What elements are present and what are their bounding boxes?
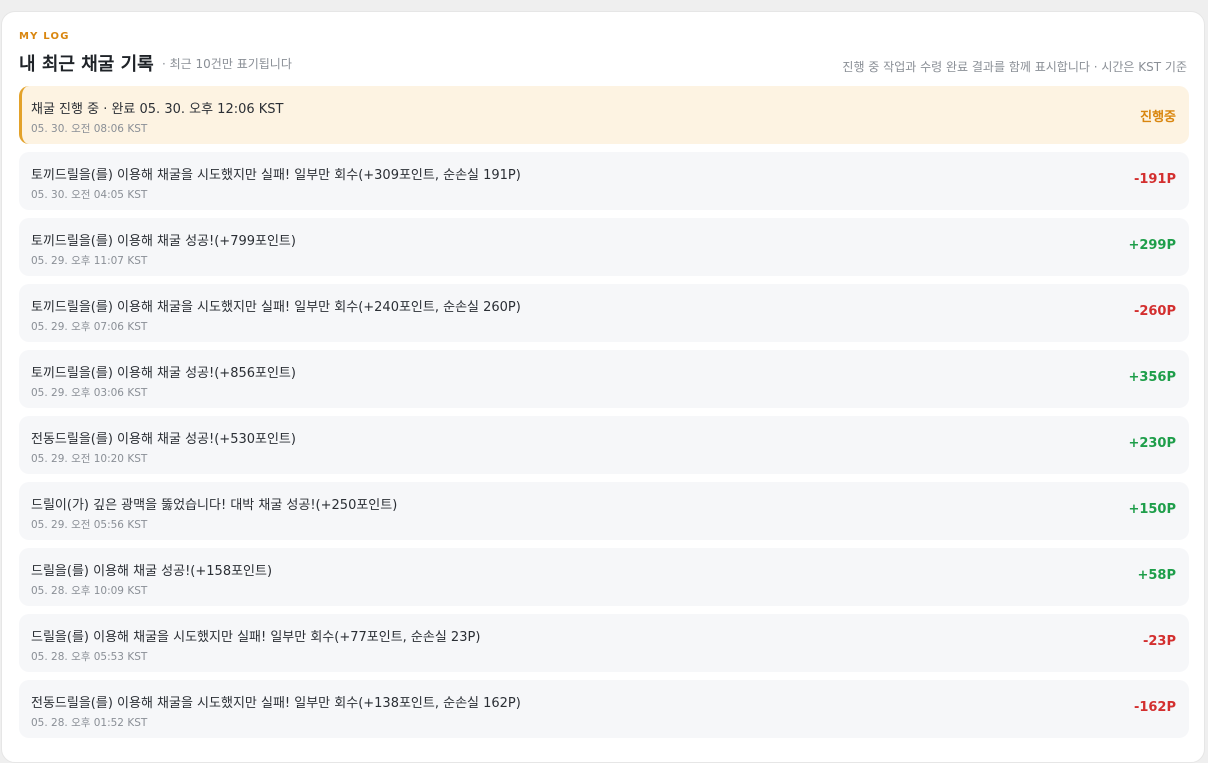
log-timestamp: 05. 30. 오전 04:05 KST [31, 189, 148, 201]
log-item: 토끼드릴을(를) 이용해 채굴을 시도했지만 실패! 일부만 회수(+240포인… [19, 284, 1189, 342]
log-item: 드릴을(를) 이용해 채굴 성공!(+158포인트) 05. 28. 오후 10… [19, 548, 1189, 606]
log-item: 토끼드릴을(를) 이용해 채굴을 시도했지만 실패! 일부만 회수(+309포인… [19, 152, 1189, 210]
log-message: 토끼드릴을(를) 이용해 채굴을 시도했지만 실패! 일부만 회수(+309포인… [31, 168, 521, 183]
page-title: 내 최근 채굴 기록 [19, 54, 154, 75]
log-timestamp: 05. 28. 오후 01:52 KST [31, 717, 148, 729]
log-points-value: -191P [1133, 172, 1176, 187]
log-points-value: -162P [1133, 700, 1176, 715]
log-item: 드릴이(가) 깊은 광맥을 뚫었습니다! 대박 채굴 성공!(+250포인트) … [19, 482, 1189, 540]
log-timestamp: 05. 29. 오후 03:06 KST [31, 387, 148, 399]
log-points-value: -23P [1142, 634, 1176, 649]
log-message: 토끼드릴을(를) 이용해 채굴을 시도했지만 실패! 일부만 회수(+240포인… [31, 300, 521, 315]
log-points-value: +58P [1137, 568, 1176, 583]
log-points-value: +230P [1128, 436, 1176, 451]
log-timestamp: 05. 29. 오후 11:07 KST [31, 255, 148, 267]
log-item: 드릴을(를) 이용해 채굴을 시도했지만 실패! 일부만 회수(+77포인트, … [19, 614, 1189, 672]
log-item: 토끼드릴을(를) 이용해 채굴 성공!(+799포인트) 05. 29. 오후 … [19, 218, 1189, 276]
log-message: 전동드릴을(를) 이용해 채굴 성공!(+530포인트) [31, 432, 296, 447]
log-timestamp: 05. 29. 오전 10:20 KST [31, 453, 148, 465]
mining-log-card: MY LOG 내 최근 채굴 기록 · 최근 10건만 표기됩니다 진행 중 작… [1, 11, 1205, 763]
log-message: 드릴을(를) 이용해 채굴 성공!(+158포인트) [31, 564, 273, 579]
title-row: 내 최근 채굴 기록 · 최근 10건만 표기됩니다 진행 중 작업과 수령 완… [19, 50, 1187, 78]
info-note: 진행 중 작업과 수령 완료 결과를 함께 표시합니다 · 시간은 KST 기준 [842, 60, 1187, 74]
log-list: 채굴 진행 중 · 완료 05. 30. 오후 12:06 KST 05. 30… [19, 86, 1189, 746]
log-points-value: +299P [1128, 238, 1176, 253]
log-timestamp: 05. 29. 오후 07:06 KST [31, 321, 148, 333]
log-points-value: +150P [1128, 502, 1176, 517]
log-message: 토끼드릴을(를) 이용해 채굴 성공!(+856포인트) [31, 366, 296, 381]
log-points-value: -260P [1133, 304, 1176, 319]
log-item: 전동드릴을(를) 이용해 채굴을 시도했지만 실패! 일부만 회수(+138포인… [19, 680, 1189, 738]
log-points-value: +356P [1128, 370, 1176, 385]
log-item: 토끼드릴을(를) 이용해 채굴 성공!(+856포인트) 05. 29. 오후 … [19, 350, 1189, 408]
log-item: 전동드릴을(를) 이용해 채굴 성공!(+530포인트) 05. 29. 오전 … [19, 416, 1189, 474]
log-status-badge: 진행중 [1140, 110, 1176, 125]
log-item-in-progress: 채굴 진행 중 · 완료 05. 30. 오후 12:06 KST 05. 30… [19, 86, 1189, 144]
log-message: 드릴이(가) 깊은 광맥을 뚫었습니다! 대박 채굴 성공!(+250포인트) [31, 498, 398, 513]
log-timestamp: 05. 28. 오후 10:09 KST [31, 585, 148, 597]
log-timestamp: 05. 30. 오전 08:06 KST [31, 123, 148, 135]
log-message: 토끼드릴을(를) 이용해 채굴 성공!(+799포인트) [31, 234, 296, 249]
log-message: 전동드릴을(를) 이용해 채굴을 시도했지만 실패! 일부만 회수(+138포인… [31, 696, 521, 711]
page-subtitle: · 최근 10건만 표기됩니다 [162, 57, 292, 71]
log-timestamp: 05. 29. 오전 05:56 KST [31, 519, 148, 531]
section-eyebrow: MY LOG [19, 31, 70, 42]
log-timestamp: 05. 28. 오후 05:53 KST [31, 651, 148, 663]
log-message: 드릴을(를) 이용해 채굴을 시도했지만 실패! 일부만 회수(+77포인트, … [31, 630, 481, 645]
log-message: 채굴 진행 중 · 완료 05. 30. 오후 12:06 KST [31, 102, 284, 117]
